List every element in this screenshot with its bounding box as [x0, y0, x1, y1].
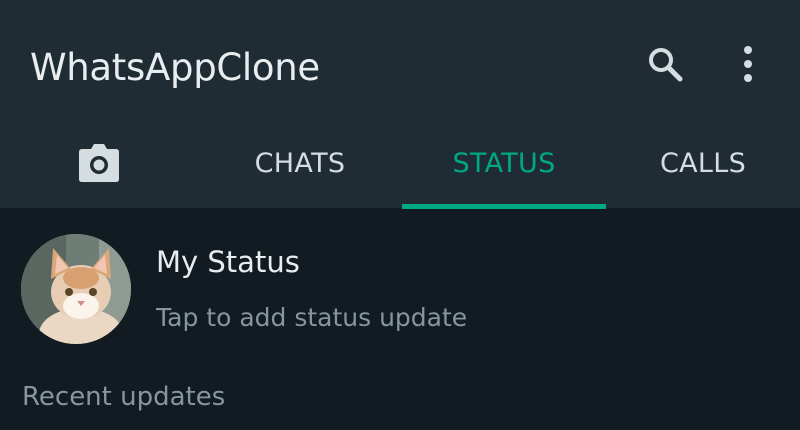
more-vert-icon — [744, 46, 752, 82]
tab-camera[interactable] — [0, 118, 198, 208]
search-button[interactable] — [637, 36, 693, 92]
my-status-subtitle: Tap to add status update — [156, 303, 468, 332]
tab-bar: CHATS STATUS CALLS — [0, 118, 800, 209]
tab-calls[interactable]: CALLS — [606, 118, 800, 208]
cat-avatar — [21, 234, 131, 344]
recent-updates-heading: Recent updates — [22, 382, 226, 412]
tab-chats[interactable]: CHATS — [198, 118, 402, 208]
more-options-button[interactable] — [720, 36, 776, 92]
search-icon — [649, 48, 683, 82]
app-title: WhatsAppClone — [30, 46, 320, 89]
my-status-title: My Status — [156, 245, 300, 279]
app-bar: WhatsAppClone CHATS STATUS CALLS — [0, 0, 800, 209]
status-screen: WhatsAppClone CHATS STATUS CALLS My Stat… — [0, 0, 800, 430]
camera-icon — [79, 144, 119, 182]
active-tab-indicator — [402, 204, 606, 209]
tab-status[interactable]: STATUS — [402, 118, 606, 208]
avatar[interactable] — [21, 234, 131, 344]
my-status-row[interactable]: My Status Tap to add status update — [0, 218, 800, 358]
